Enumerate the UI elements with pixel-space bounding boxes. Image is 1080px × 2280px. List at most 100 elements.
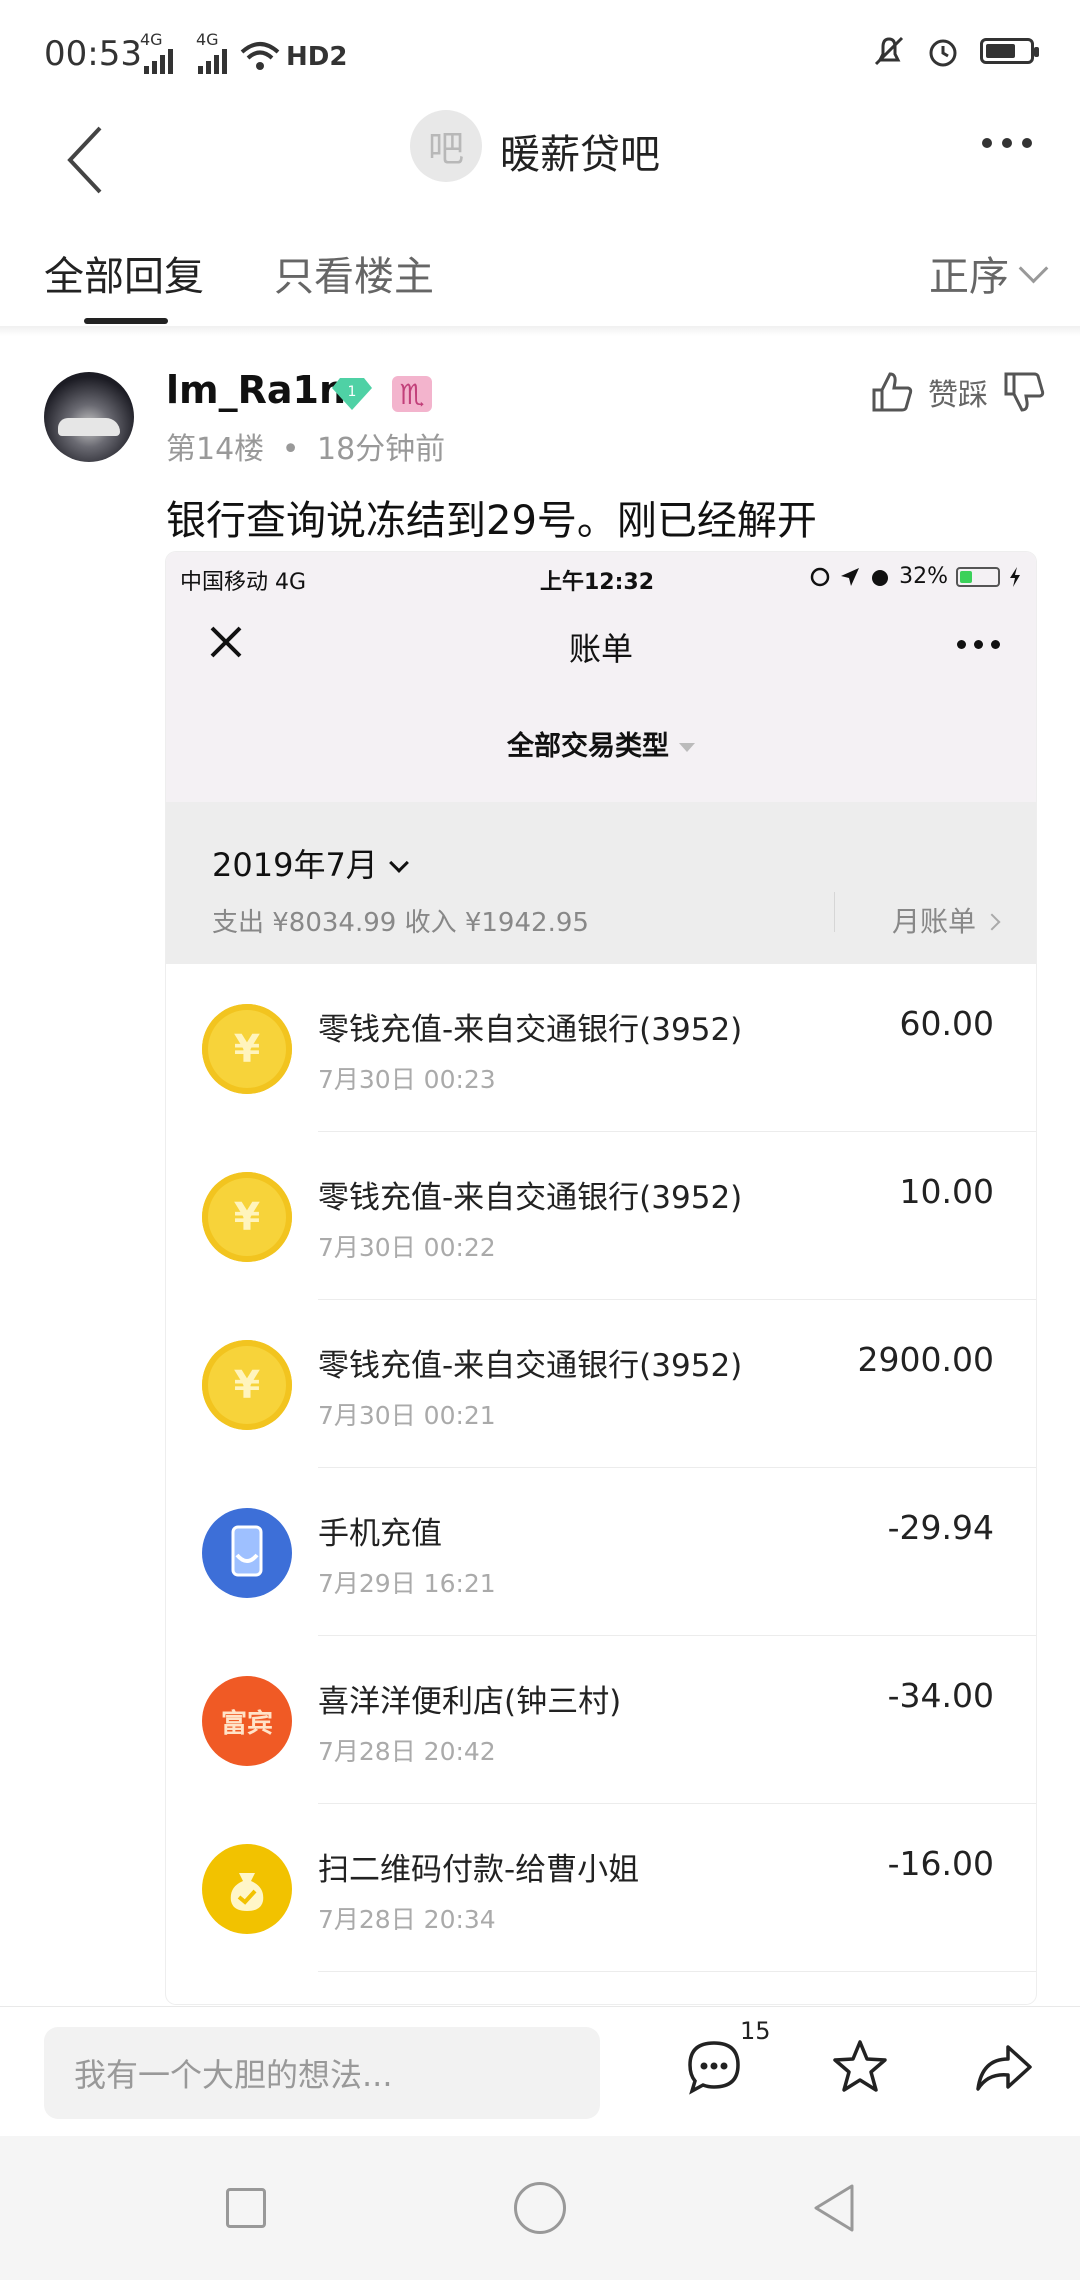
meta-separator: • (281, 432, 300, 467)
embedded-time: 上午12:32 (540, 570, 655, 595)
signal-bars-icon-2 (198, 49, 227, 74)
user-avatar[interactable] (44, 372, 134, 462)
vote-label: 赞踩 (928, 378, 988, 413)
transaction-time: 7月28日 20:42 (318, 1737, 496, 1766)
level-gem-icon: 1 (332, 378, 372, 410)
share-icon[interactable] (974, 2037, 1034, 2097)
transaction-title: 零钱充值-来自交通银行(3952) (318, 1348, 743, 1384)
chevron-down-icon (388, 853, 409, 873)
embedded-alarm-icon (872, 569, 889, 586)
post-image-bill-screenshot[interactable]: 中国移动 4G 上午12:32 32% 账单 全部交易类型 2019年7月 支出… (166, 552, 1036, 2004)
embedded-battery-percent: 32% (899, 564, 948, 589)
bottom-action-bar: 我有一个大胆的想法... 15 (0, 2006, 1080, 2137)
transaction-time: 7月29日 16:21 (318, 1569, 496, 1598)
money-bag-icon (202, 1844, 292, 1934)
divider (834, 892, 835, 932)
transaction-title: 零钱充值-来自交通银行(3952) (318, 1180, 743, 1216)
back-arrow-icon[interactable] (56, 120, 116, 200)
embedded-status-right: 32% (809, 564, 1022, 589)
battery-icon (980, 38, 1039, 64)
transaction-amount: 2900.00 (857, 1340, 994, 1379)
status-time: 00:53 (44, 34, 142, 74)
location-arrow-icon (841, 567, 860, 586)
chevron-right-icon (983, 913, 1001, 931)
transaction-amount: 10.00 (899, 1172, 994, 1211)
transaction-icon-glyph: ¥ (233, 1363, 261, 1407)
yuan-coin-icon: ¥ (202, 1340, 292, 1430)
mute-bell-icon (874, 36, 904, 66)
transaction-row: 扫二维码付款-给曹小姐 7月28日 20:34 -16.00 (166, 1804, 1036, 1972)
level-badge-text: 1 (348, 384, 357, 400)
back-triangle-icon[interactable] (808, 2180, 860, 2236)
status-right-icons (872, 34, 1039, 68)
wifi-icon (240, 42, 280, 70)
transaction-time: 7月28日 20:34 (318, 1905, 496, 1934)
transaction-row: 手机充值 7月29日 16:21 -29.94 (166, 1468, 1036, 1636)
more-options-icon[interactable] (982, 138, 1032, 148)
transaction-title: 喜洋洋便利店(钟三村) (318, 1684, 622, 1720)
bill-title: 账单 (568, 630, 633, 668)
charging-bolt-icon (1010, 566, 1020, 587)
transaction-list: ¥ 零钱充值-来自交通银行(3952) 7月30日 00:23 60.00 ¥ 零钱充值-… (166, 964, 1036, 1972)
month-label: 2019年7月 (212, 846, 378, 884)
month-totals: 支出 ¥8034.99 收入 ¥1942.95 (212, 908, 589, 938)
transaction-amount: -29.94 (887, 1508, 994, 1547)
tab-all-replies[interactable]: 全部回复 (44, 244, 204, 302)
yuan-coin-icon: ¥ (202, 1172, 292, 1262)
hd-label: HD2 (286, 42, 348, 72)
filter-label: 全部交易类型 (507, 731, 669, 762)
yuan-coin-icon: ¥ (202, 1004, 292, 1094)
post-time: 18分钟前 (316, 432, 446, 467)
zodiac-badge-icon: ♏ (392, 376, 432, 412)
month-title: 2019年7月 (212, 840, 409, 886)
sort-dropdown[interactable]: 正序 (929, 244, 1049, 302)
home-circle-icon[interactable] (514, 2182, 566, 2234)
system-nav-bar (0, 2136, 1080, 2280)
embedded-status-bar: 中国移动 4G 上午12:32 32% (166, 560, 1036, 600)
thumbs-up-icon[interactable] (870, 370, 914, 414)
sort-label: 正序 (929, 254, 1009, 300)
shop-logo-icon: 富宾 (202, 1676, 292, 1766)
thumbs-down-icon[interactable] (1002, 370, 1046, 414)
vote-controls: 赞踩 (870, 370, 1046, 414)
embedded-carrier: 中国移动 4G (180, 570, 307, 595)
divider (0, 326, 1080, 336)
signal-bars-icon (144, 49, 173, 74)
reply-tabs: 全部回复 只看楼主 正序 (0, 230, 1080, 327)
bill-more-icon (957, 640, 1000, 649)
transaction-title: 扫二维码付款-给曹小姐 (318, 1852, 640, 1888)
embedded-battery-icon (956, 566, 1000, 587)
comment-icon[interactable] (684, 2037, 744, 2097)
post-meta: 第14楼 • 18分钟前 (166, 424, 445, 468)
forum-avatar[interactable]: 吧 (410, 110, 482, 182)
star-favorite-icon[interactable] (830, 2037, 890, 2097)
transaction-icon-glyph: ¥ (233, 1195, 261, 1239)
triangle-down-icon (679, 743, 695, 752)
transaction-icon-glyph: ¥ (233, 1027, 261, 1071)
transaction-title: 手机充值 (318, 1516, 442, 1552)
monthly-bill-label: 月账单 (891, 905, 976, 938)
recents-square-icon[interactable] (226, 2188, 266, 2228)
active-tab-indicator (84, 318, 168, 324)
transaction-time: 7月30日 00:21 (318, 1401, 496, 1430)
reply-input[interactable]: 我有一个大胆的想法... (44, 2027, 600, 2119)
phone-recharge-icon (202, 1508, 292, 1598)
signal-label-1: 4G (140, 30, 163, 49)
transaction-amount: -16.00 (887, 1844, 994, 1883)
username[interactable]: lm_Ra1n (166, 368, 346, 412)
signal-label-2: 4G (196, 30, 219, 49)
forum-name[interactable]: 暖薪贷吧 (500, 122, 660, 180)
rotation-lock-icon (810, 567, 830, 586)
tab-op-only[interactable]: 只看楼主 (274, 244, 434, 302)
transaction-row: ¥ 零钱充值-来自交通银行(3952) 7月30日 00:21 2900.00 (166, 1300, 1036, 1468)
transaction-row: ¥ 零钱充值-来自交通银行(3952) 7月30日 00:23 60.00 (166, 964, 1036, 1132)
transaction-type-filter: 全部交易类型 (166, 724, 1036, 763)
post-content-text: 银行查询说冻结到29号。刚已经解开 (166, 498, 817, 544)
transaction-amount: 60.00 (899, 1004, 994, 1043)
chevron-down-icon (1018, 253, 1049, 283)
transaction-row: 富宾 喜洋洋便利店(钟三村) 7月28日 20:42 -34.00 (166, 1636, 1036, 1804)
bill-header: 中国移动 4G 上午12:32 32% 账单 全部交易类型 (166, 552, 1036, 802)
alarm-clock-icon (929, 39, 957, 67)
floor-number: 第14楼 (166, 432, 265, 467)
transaction-title: 零钱充值-来自交通银行(3952) (318, 1012, 743, 1048)
